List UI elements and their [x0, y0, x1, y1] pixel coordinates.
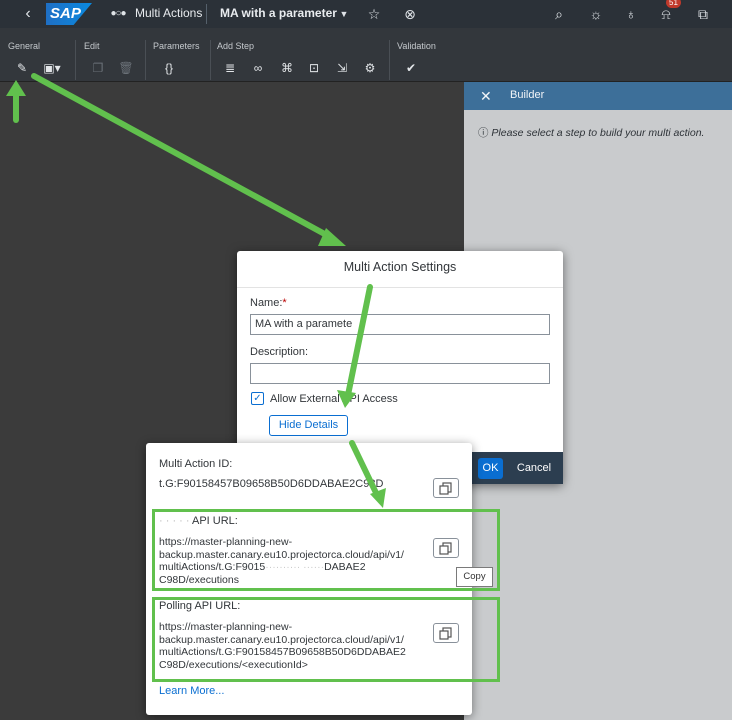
- data-action-icon[interactable]: ≣: [221, 59, 239, 77]
- star-icon[interactable]: ☆: [364, 4, 384, 24]
- required-mark: *: [282, 297, 287, 309]
- dialog-divider: [237, 287, 563, 288]
- lightbulb-icon[interactable]: ♁: [621, 4, 641, 24]
- check-circle-icon[interactable]: ✔: [402, 59, 420, 77]
- copy-icon: [439, 482, 452, 495]
- back-icon[interactable]: ‹: [18, 4, 38, 24]
- trash-icon[interactable]: 🗑: [117, 59, 135, 77]
- chevron-down-icon[interactable]: ▼: [334, 4, 354, 24]
- description-input[interactable]: [250, 363, 550, 384]
- hide-details-button[interactable]: Hide Details: [269, 415, 348, 436]
- copy-id-button[interactable]: [433, 478, 459, 498]
- dialog-title: Multi Action Settings: [343, 260, 457, 274]
- toolbar-divider: [389, 40, 390, 80]
- name-label-text: Name:: [250, 297, 283, 309]
- multi-action-icon: ●○●: [110, 8, 126, 19]
- shell-bar: ‹ SAP ●○● Multi Actions MA with a parame…: [0, 0, 732, 28]
- multi-action-id-value: t.G:F90158457B09658B50D6DDABAE2C98D: [159, 478, 384, 490]
- app-name[interactable]: Multi Actions: [135, 6, 202, 20]
- import-icon[interactable]: ⇲: [333, 59, 351, 77]
- name-input[interactable]: MA with a paramete: [250, 314, 550, 335]
- toolbar-divider: [210, 40, 211, 80]
- shell-divider: [206, 4, 207, 24]
- ok-button[interactable]: OK: [478, 458, 503, 479]
- annotation-box-polling-url: [152, 597, 500, 682]
- group-general-label: General: [8, 41, 41, 51]
- toolbar-divider: [75, 40, 76, 80]
- close-circle-icon[interactable]: ⊗: [400, 4, 420, 24]
- wrench-icon[interactable]: ✎: [13, 59, 31, 77]
- braces-icon[interactable]: {}: [160, 59, 178, 77]
- info-icon: ⓘ: [478, 127, 489, 139]
- toolbar: General ✎ ▣▾ Edit ❐ 🗑 Parameters {} Add …: [0, 28, 732, 82]
- group-parameters-label: Parameters: [153, 41, 200, 51]
- builder-message-text: Please select a step to build your multi…: [491, 127, 705, 139]
- copy-icon[interactable]: ❐: [89, 59, 107, 77]
- lock-icon[interactable]: ⊡: [305, 59, 323, 77]
- sap-logo: SAP: [46, 3, 92, 25]
- search-icon[interactable]: ⌕: [549, 4, 569, 24]
- toolbar-divider: [145, 40, 146, 80]
- notification-badge: 51: [666, 0, 681, 8]
- chat-icon[interactable]: ⧉: [693, 4, 713, 24]
- group-add-step-label: Add Step: [217, 41, 255, 51]
- api-icon[interactable]: ⚙: [361, 59, 379, 77]
- description-label: Description:: [250, 346, 309, 358]
- binoculars-icon[interactable]: ∞: [249, 59, 267, 77]
- copy-tooltip: Copy: [456, 567, 493, 587]
- allow-api-label: Allow External API Access: [270, 393, 398, 405]
- learn-more-link[interactable]: Learn More...: [159, 685, 224, 697]
- name-label: Name:*: [250, 297, 287, 309]
- annotation-box-start-url: [152, 509, 500, 591]
- allow-api-checkbox[interactable]: ✓: [251, 392, 264, 405]
- builder-header: ✕ Builder: [464, 82, 732, 110]
- document-title[interactable]: MA with a parameter: [220, 6, 337, 20]
- lightbulb-settings-icon[interactable]: ☼: [586, 4, 606, 24]
- builder-message: ⓘ Please select a step to build your mul…: [478, 125, 704, 140]
- multi-action-id-label: Multi Action ID:: [159, 458, 233, 470]
- group-validation-label: Validation: [397, 41, 436, 51]
- cancel-button[interactable]: Cancel: [512, 458, 556, 479]
- group-edit-label: Edit: [84, 41, 100, 51]
- predictive-icon[interactable]: ⌘: [278, 59, 296, 77]
- save-icon[interactable]: ▣▾: [38, 59, 66, 77]
- tools-icon: ✕: [480, 88, 492, 104]
- builder-title: Builder: [510, 89, 545, 101]
